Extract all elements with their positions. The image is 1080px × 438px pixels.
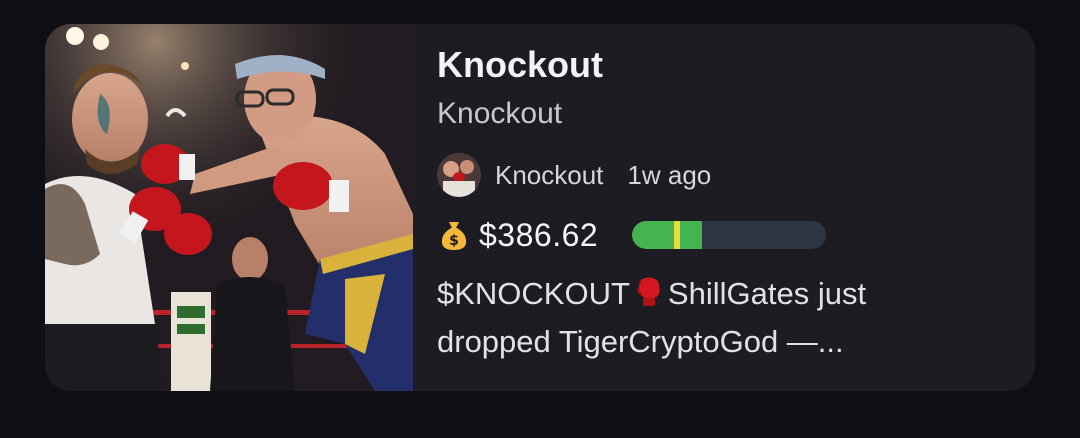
progress-marker: [674, 221, 680, 249]
token-card[interactable]: Knockout Knockout Knockout 1w ago $ $386…: [45, 24, 1035, 391]
boxing-glove-icon: [636, 274, 662, 306]
svg-text:$: $: [449, 233, 459, 249]
token-thumbnail[interactable]: [45, 24, 413, 391]
boxing-scene-image: [45, 24, 413, 391]
creator-avatar[interactable]: [437, 153, 481, 197]
money-bag-icon: $: [437, 218, 471, 252]
token-subtitle: Knockout: [437, 97, 563, 130]
card-content: Knockout Knockout Knockout 1w ago $ $386…: [413, 24, 1035, 391]
token-description: $KNOCKOUT ShillGates just dropped TigerC…: [437, 270, 957, 366]
description-ticker: $KNOCKOUT: [437, 276, 630, 311]
token-title[interactable]: Knockout: [437, 44, 1035, 86]
bonding-progress-bar: [632, 221, 827, 249]
progress-fill: [632, 221, 702, 249]
creator-name[interactable]: Knockout: [495, 160, 603, 191]
market-row: $ $386.62: [437, 214, 1035, 256]
token-price: $386.62: [479, 216, 599, 253]
post-time: 1w ago: [627, 159, 712, 190]
creator-row: Knockout 1w ago: [437, 152, 1035, 198]
